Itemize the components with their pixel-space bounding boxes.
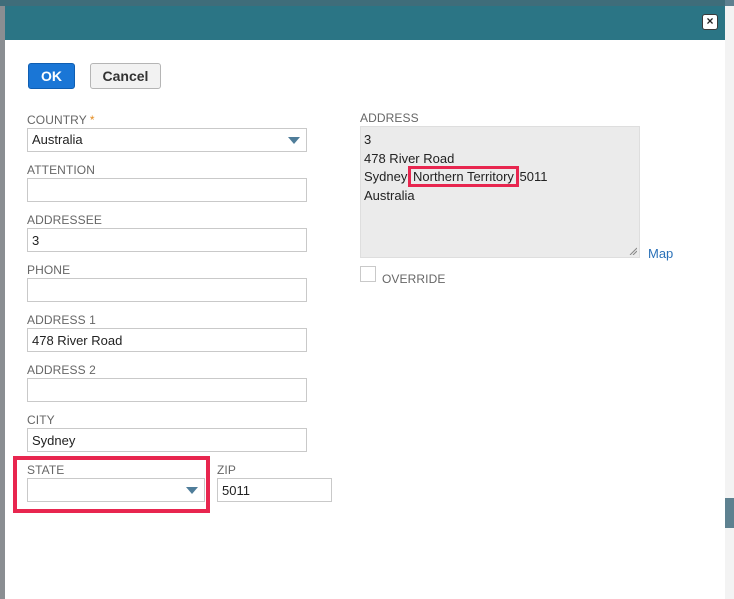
attention-label: ATTENTION [27, 163, 96, 177]
address-line-street: 478 River Road [364, 150, 455, 166]
state-label: STATE [27, 463, 65, 477]
cancel-button[interactable]: Cancel [90, 63, 161, 89]
override-label: OVERRIDE [382, 272, 446, 286]
address2-input[interactable] [27, 378, 307, 402]
country-select[interactable]: Australia [27, 128, 307, 152]
address-line-addressee: 3 [364, 132, 372, 147]
address-modal: × OK Cancel COUNTRY * Australia ATTENTION… [5, 6, 725, 599]
zip-label: ZIP [217, 463, 236, 477]
address-city: Sydney [364, 169, 408, 184]
ok-button[interactable]: OK [28, 63, 75, 89]
override-checkbox[interactable] [360, 266, 376, 282]
state-select[interactable] [27, 478, 205, 502]
address-preview-label: ADDRESS [360, 111, 419, 125]
chevron-down-icon [186, 487, 198, 494]
resize-grip-icon[interactable] [629, 247, 637, 255]
city-label: CITY [27, 413, 55, 427]
address-zip: 5011 [519, 169, 548, 184]
country-value: Australia [32, 132, 83, 147]
address-preview-textarea[interactable]: 3 478 River Road Sydney Northern Territo… [360, 126, 640, 258]
modal-header: × [5, 6, 725, 40]
attention-input[interactable] [27, 178, 307, 202]
zip-input[interactable] [217, 478, 332, 502]
map-link[interactable]: Map [648, 246, 673, 261]
addressee-input[interactable] [27, 228, 307, 252]
close-button[interactable]: × [702, 14, 718, 30]
address-line-city-state-zip: Sydney Northern Territory 5011 [364, 166, 636, 187]
country-label: COUNTRY * [27, 113, 95, 127]
address2-label: ADDRESS 2 [27, 363, 96, 377]
phone-label: PHONE [27, 263, 71, 277]
required-marker: * [89, 113, 95, 127]
background-page [725, 0, 734, 599]
address-line-country: Australia [364, 187, 415, 203]
address1-input[interactable] [27, 328, 307, 352]
addressee-label: ADDRESSEE [27, 213, 102, 227]
phone-input[interactable] [27, 278, 307, 302]
address1-label: ADDRESS 1 [27, 313, 96, 327]
close-icon: × [706, 14, 714, 28]
address-state-highlight: Northern Territory [408, 166, 519, 187]
city-input[interactable] [27, 428, 307, 452]
chevron-down-icon [288, 137, 300, 144]
country-label-text: COUNTRY [27, 113, 87, 127]
